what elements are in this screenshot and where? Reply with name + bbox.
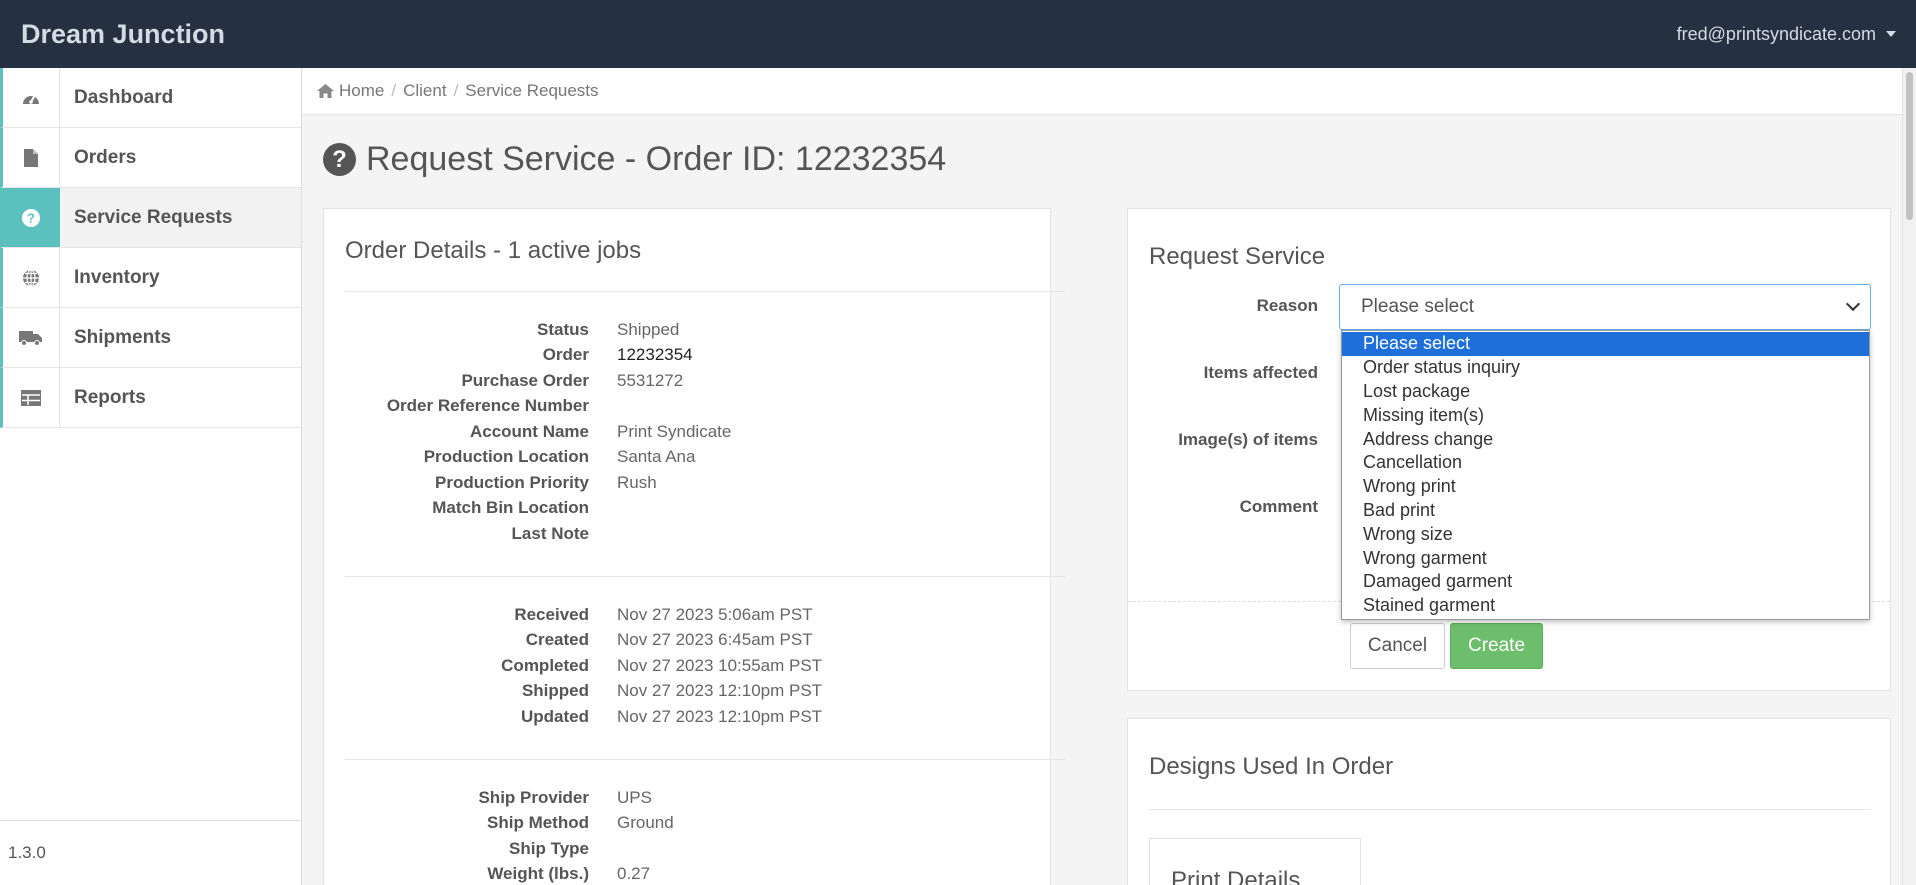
reason-option[interactable]: Wrong garment	[1342, 546, 1869, 570]
order-info-list: Status Shipped Order 12232354 Purchase Ord…	[345, 317, 1045, 547]
sidebar-item-label: Dashboard	[74, 86, 174, 108]
reason-select-value: Please select	[1361, 296, 1475, 317]
scrollbar-thumb[interactable]	[1906, 72, 1913, 220]
order-details-panel: Order Details - 1 active jobs Status Ship…	[323, 208, 1065, 885]
divider	[345, 759, 1065, 760]
home-icon	[317, 84, 334, 98]
detail-row: Weight (lbs.) 0.27	[487, 864, 651, 884]
breadcrumb: Home / Client / Service Requests	[302, 68, 1916, 115]
reason-option[interactable]: Cancellation	[1342, 451, 1869, 475]
order-details-title: Order Details - 1 active jobs	[345, 237, 642, 264]
reason-option[interactable]: Wrong size	[1342, 522, 1869, 546]
detail-row: Updated Nov 27 2023 12:10pm PST	[521, 706, 823, 726]
reason-select[interactable]: Please select	[1339, 284, 1871, 330]
sidebar-item-label: Shipments	[74, 326, 172, 348]
top-navbar: Dream Junction fred@printsyndicate.com	[0, 0, 1916, 68]
detail-row: Production Location Santa Ana	[423, 447, 696, 467]
detail-row: Ship Type	[509, 838, 589, 858]
detail-row: Shipped Nov 27 2023 12:10pm PST	[521, 681, 823, 701]
user-menu[interactable]: fred@printsyndicate.com	[1677, 24, 1896, 45]
reason-option[interactable]: Bad print	[1342, 499, 1869, 523]
detail-row: Order 12232354	[542, 345, 693, 365]
divider	[345, 576, 1065, 577]
user-email: fred@printsyndicate.com	[1676, 23, 1876, 44]
create-button[interactable]: Create	[1450, 623, 1543, 669]
shipping-info-list: Ship Provider UPS Ship Method Ground Ship …	[345, 785, 1045, 885]
reason-label: Reason	[1256, 296, 1318, 315]
sidebar-item-service-requests[interactable]: ? Service Requests	[0, 188, 301, 248]
breadcrumb-home[interactable]: Home	[317, 81, 384, 101]
reason-option[interactable]: Please select	[1342, 332, 1869, 356]
reason-option[interactable]: Damaged garment	[1342, 570, 1869, 594]
brand-logo[interactable]: Dream Junction	[21, 19, 225, 50]
sidebar-item-label: Orders	[74, 146, 137, 168]
reason-dropdown-list: Please select Order status inquiry Lost …	[1341, 330, 1870, 620]
detail-row: Created Nov 27 2023 6:45am PST	[525, 630, 813, 650]
sidebar-item-label: Inventory	[74, 266, 160, 288]
question-circle-icon: ?	[323, 143, 356, 176]
globe-icon	[3, 248, 60, 307]
reason-option[interactable]: Wrong print	[1342, 475, 1869, 499]
detail-row: Received Nov 27 2023 5:06am PST	[514, 604, 813, 624]
detail-row: Ship Provider UPS	[478, 787, 652, 807]
svg-text:?: ?	[27, 210, 35, 225]
detail-row: Match Bin Location	[432, 498, 589, 518]
sidebar-item-shipments[interactable]: Shipments	[0, 308, 301, 368]
sidebar-item-label: Reports	[74, 386, 146, 408]
reason-option[interactable]: Lost package	[1342, 380, 1869, 404]
sidebar-item-orders[interactable]: Orders	[0, 128, 301, 188]
items-affected-label: Items affected	[1203, 363, 1318, 382]
designs-title: Designs Used In Order	[1149, 753, 1394, 780]
detail-row: Production Priority Rush	[435, 472, 657, 492]
detail-row: Status Shipped	[537, 319, 680, 339]
detail-row: Order Reference Number	[386, 396, 589, 416]
reason-option[interactable]: Stained garment	[1342, 594, 1869, 618]
order-dates-list: Received Nov 27 2023 5:06am PST Created No…	[345, 602, 1045, 730]
reason-option[interactable]: Order status inquiry	[1342, 356, 1869, 380]
sidebar-item-dashboard[interactable]: Dashboard	[0, 68, 301, 128]
print-details-card: Print Details	[1149, 838, 1361, 885]
truck-icon	[3, 308, 60, 367]
designs-panel: Designs Used In Order Print Details	[1127, 718, 1891, 885]
cancel-button[interactable]: Cancel	[1350, 623, 1445, 669]
breadcrumb-separator: /	[391, 81, 397, 100]
divider	[345, 291, 1065, 292]
sidebar: Dashboard Orders ? Service Requests Inve…	[0, 68, 302, 885]
app-version: 1.3.0	[0, 820, 301, 885]
detail-row: Completed Nov 27 2023 10:55am PST	[501, 655, 823, 675]
divider	[1149, 809, 1871, 810]
reason-option[interactable]: Missing item(s)	[1342, 403, 1869, 427]
breadcrumb-client[interactable]: Client	[403, 81, 446, 101]
breadcrumb-separator: /	[453, 81, 459, 100]
sidebar-item-inventory[interactable]: Inventory	[0, 248, 301, 308]
caret-down-icon	[1886, 31, 1896, 37]
detail-row: Account Name Print Syndicate	[469, 421, 732, 441]
request-service-title: Request Service	[1149, 243, 1326, 270]
detail-row: Ship Method Ground	[487, 813, 674, 833]
sidebar-item-label: Service Requests	[74, 206, 233, 228]
comment-label: Comment	[1239, 497, 1318, 516]
question-circle-icon: ?	[3, 188, 60, 247]
sidebar-item-reports[interactable]: Reports	[0, 368, 301, 428]
images-label: Image(s) of items	[1178, 430, 1318, 449]
chevron-down-icon	[1845, 296, 1861, 312]
table-icon	[3, 368, 60, 427]
detail-row: Purchase Order 5531272	[461, 370, 684, 390]
file-icon	[3, 128, 60, 187]
page-title-text: Request Service - Order ID: 12232354	[366, 140, 947, 178]
breadcrumb-home-label: Home	[339, 81, 385, 100]
detail-row: Last Note	[511, 523, 589, 543]
print-details-title: Print Details	[1171, 867, 1301, 885]
reason-option[interactable]: Address change	[1342, 427, 1869, 451]
dashboard-icon	[3, 68, 60, 127]
breadcrumb-service-requests: Service Requests	[465, 81, 599, 100]
page-scrollbar[interactable]	[1902, 68, 1916, 885]
page-title: ? Request Service - Order ID: 12232354	[323, 140, 946, 179]
